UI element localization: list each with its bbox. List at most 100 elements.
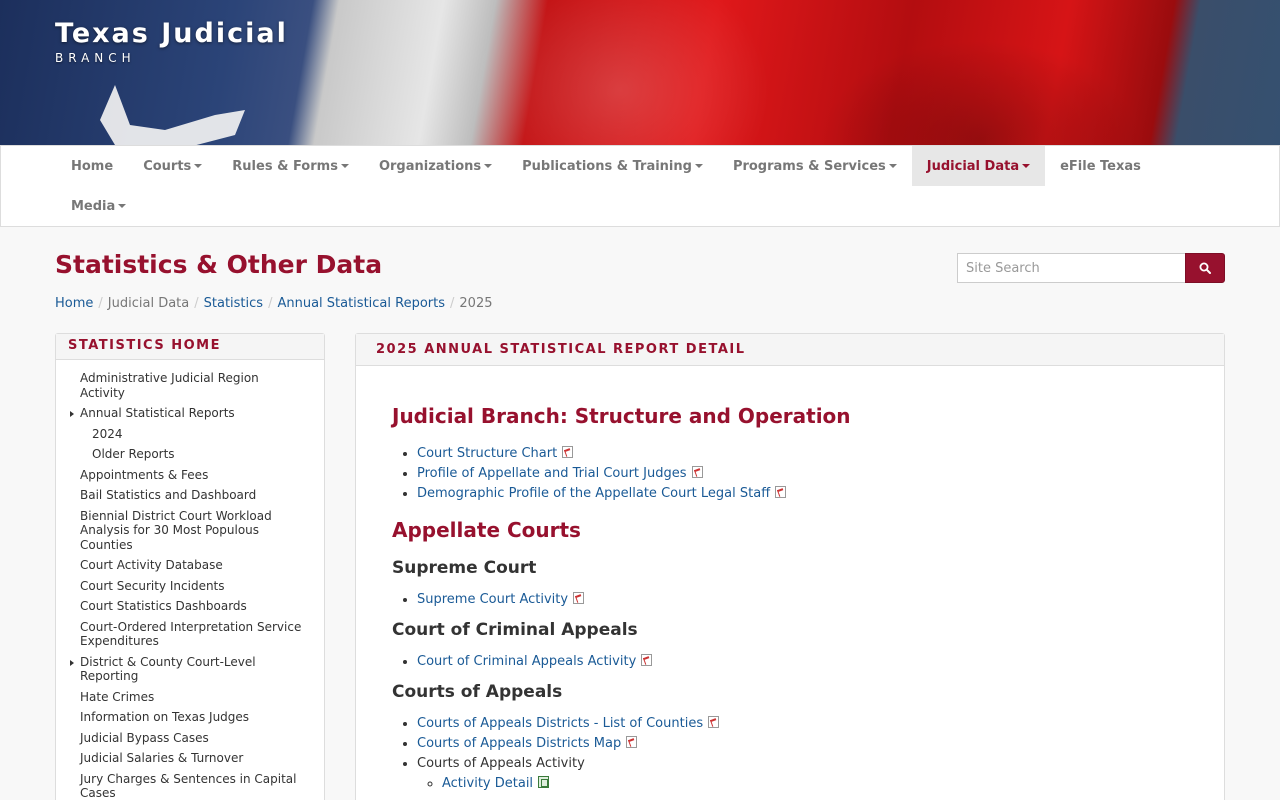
link-demographic-profile-of-the-appellate-court-legal-staff[interactable]: Demographic Profile of the Appellate Cou… — [417, 486, 770, 501]
site-search — [957, 253, 1225, 283]
nav-item-courts[interactable]: Courts — [128, 146, 217, 186]
section-heading-judicial-branch-structure-and-operation: Judicial Branch: Structure and Operation — [392, 404, 851, 428]
sidebar-heading: STATISTICS HOME — [56, 334, 324, 360]
sidebar-item-label: Court Activity Database — [80, 558, 223, 572]
nav-item-label: eFile Texas — [1060, 158, 1141, 174]
sidebar-item-jury-charges-sentences-in-capital-cases[interactable]: Jury Charges & Sentences in Capital Case… — [56, 769, 324, 800]
sidebar-item-administrative-judicial-region-activity[interactable]: Administrative Judicial Region Activity — [56, 368, 324, 403]
sidebar-item-appointments-fees[interactable]: Appointments & Fees — [56, 465, 324, 486]
breadcrumb-separator: / — [98, 296, 103, 311]
list-item: Demographic Profile of the Appellate Cou… — [417, 484, 1188, 504]
search-input[interactable] — [957, 253, 1185, 283]
sidebar-item-label: Information on Texas Judges — [80, 710, 250, 724]
search-button[interactable] — [1185, 253, 1225, 283]
sidebar-item-court-ordered-interpretation-service-expenditures[interactable]: Court-Ordered Interpretation Service Exp… — [56, 617, 324, 652]
sidebar-item-label: District & County Court-Level Reporting — [80, 654, 256, 684]
site-logo[interactable]: Texas Judicial BRANCH — [55, 18, 288, 65]
expand-arrow-icon[interactable] — [70, 659, 74, 666]
sidebar-item-label: 2024 — [92, 426, 123, 441]
subsection-heading-supreme-court: Supreme Court — [392, 558, 537, 578]
header-banner: Texas Judicial BRANCH — [0, 0, 1280, 145]
breadcrumb-current-2025: 2025 — [459, 296, 493, 311]
list-item: Activity Detail — [442, 774, 1188, 794]
sidebar-item-2024[interactable]: 2024 — [56, 424, 324, 445]
nav-item-efile-texas[interactable]: eFile Texas — [1045, 146, 1156, 186]
sidebar-item-label: Court Statistics Dashboards — [80, 599, 247, 613]
sidebar-item-bail-statistics-and-dashboard[interactable]: Bail Statistics and Dashboard — [56, 485, 324, 506]
link-profile-of-appellate-and-trial-court-judges[interactable]: Profile of Appellate and Trial Court Jud… — [417, 466, 687, 481]
list-item: Court of Criminal Appeals Activity — [417, 652, 1188, 672]
list-item: Courts of Appeals Activity Activity Detai… — [417, 754, 1188, 794]
nav-item-label: Home — [71, 158, 114, 174]
breadcrumb-link-annual-statistical-reports[interactable]: Annual Statistical Reports — [277, 296, 445, 311]
sidebar-item-court-activity-database[interactable]: Court Activity Database — [56, 555, 324, 576]
main-nav-row-2: Media — [56, 186, 141, 226]
link-supreme-court-activity[interactable]: Supreme Court Activity — [417, 592, 568, 607]
sidebar-item-judicial-salaries-turnover[interactable]: Judicial Salaries & Turnover — [56, 748, 324, 769]
expand-arrow-icon[interactable] — [70, 411, 74, 417]
panel-heading: 2025 ANNUAL STATISTICAL REPORT DETAIL — [356, 334, 1224, 366]
list-item: Courts of Appeals Districts Map — [417, 734, 1188, 754]
link-list: Court of Criminal Appeals Activity — [392, 652, 1188, 672]
breadcrumb-link-home[interactable]: Home — [55, 296, 93, 311]
sidebar-item-label: Bail Statistics and Dashboard — [80, 488, 257, 502]
breadcrumb-current-judicial-data: Judicial Data — [107, 296, 190, 311]
breadcrumb-separator: / — [450, 296, 455, 311]
subsection-heading-courts-of-appeals: Courts of Appeals — [392, 682, 563, 702]
sidebar-item-label: Older Reports — [92, 447, 175, 461]
sidebar-item-label: Jury Charges & Sentences in Capital Case… — [80, 771, 297, 800]
nav-item-label: Organizations — [378, 158, 482, 174]
link-activity-detail[interactable]: Activity Detail — [442, 776, 533, 791]
sidebar-item-annual-statistical-reports[interactable]: Annual Statistical Reports — [56, 403, 324, 424]
link-list: Court Structure Chart Profile of Appellat… — [392, 444, 1188, 504]
sidebar-item-label: Biennial District Court Workload Analysi… — [80, 508, 272, 552]
nav-item-label: Courts — [143, 158, 192, 174]
sidebar-item-hate-crimes[interactable]: Hate Crimes — [56, 687, 324, 708]
sidebar-item-court-statistics-dashboards[interactable]: Court Statistics Dashboards — [56, 596, 324, 617]
link-court-of-criminal-appeals-activity[interactable]: Court of Criminal Appeals Activity — [417, 654, 636, 669]
sidebar-item-district-county-court-level-reporting[interactable]: District & County Court-Level Reporting — [56, 652, 324, 687]
link-court-structure-chart[interactable]: Court Structure Chart — [417, 446, 557, 461]
nav-item-organizations[interactable]: Organizations — [364, 146, 507, 186]
flag-fold-shadow — [820, 40, 1140, 145]
search-icon — [1199, 262, 1211, 274]
flag-fold-highlight — [470, 0, 770, 145]
nav-item-label: Programs & Services — [732, 158, 886, 174]
brand-title: Texas Judicial — [55, 18, 288, 49]
link-list: Supreme Court Activity — [392, 590, 1188, 610]
caret-down-icon — [118, 204, 127, 208]
breadcrumb-link-statistics[interactable]: Statistics — [204, 296, 263, 311]
sidebar-item-label: Hate Crimes — [80, 689, 155, 704]
sidebar-item-court-security-incidents[interactable]: Court Security Incidents — [56, 576, 324, 597]
nav-item-media[interactable]: Media — [56, 186, 141, 226]
nav-item-home[interactable]: Home — [56, 146, 128, 186]
sidebar-item-judicial-bypass-cases[interactable]: Judicial Bypass Cases — [56, 728, 324, 749]
section-heading-appellate-courts: Appellate Courts — [392, 518, 581, 542]
nav-item-label: Rules & Forms — [232, 158, 338, 174]
sidebar-item-label: Judicial Bypass Cases — [80, 730, 209, 745]
list-item: Supreme Court Activity — [417, 590, 1188, 610]
link-courts-of-appeals-districts-map[interactable]: Courts of Appeals Districts Map — [417, 736, 621, 751]
nav-item-label: Media — [71, 198, 116, 214]
sidebar-item-older-reports[interactable]: Older Reports — [56, 444, 324, 465]
pdf-icon — [562, 446, 574, 458]
link-courts-of-appeals-districts-list-of-counties[interactable]: Courts of Appeals Districts - List of Co… — [417, 716, 703, 731]
list-item: Court Structure Chart — [417, 444, 1188, 464]
nav-item-judicial-data[interactable]: Judicial Data — [911, 146, 1046, 186]
nav-item-programs-services[interactable]: Programs & Services — [718, 146, 912, 186]
sidebar-item-biennial-district-court-workload-analysis-for-30-most-populous-counties[interactable]: Biennial District Court Workload Analysi… — [56, 506, 324, 556]
pdf-icon — [573, 592, 585, 604]
nav-item-publications-training[interactable]: Publications & Training — [507, 146, 718, 186]
nav-item-rules-forms[interactable]: Rules & Forms — [217, 146, 364, 186]
page-title: Statistics & Other Data — [55, 250, 383, 279]
list-item: Profile of Appellate and Trial Court Jud… — [417, 464, 1188, 484]
sidebar-item-information-on-texas-judges[interactable]: Information on Texas Judges — [56, 707, 324, 728]
caret-down-icon — [194, 164, 203, 168]
main-nav: Home Courts Rules & Forms Organizations Publ… — [0, 145, 1280, 227]
panel-body: Judicial Branch: Structure and Operation… — [356, 404, 1224, 794]
breadcrumb-separator: / — [268, 296, 273, 311]
pdf-icon — [691, 466, 703, 478]
pdf-icon — [708, 716, 720, 728]
sidebar-item-label: Appointments & Fees — [80, 467, 209, 482]
nav-item-label: Judicial Data — [926, 158, 1020, 174]
